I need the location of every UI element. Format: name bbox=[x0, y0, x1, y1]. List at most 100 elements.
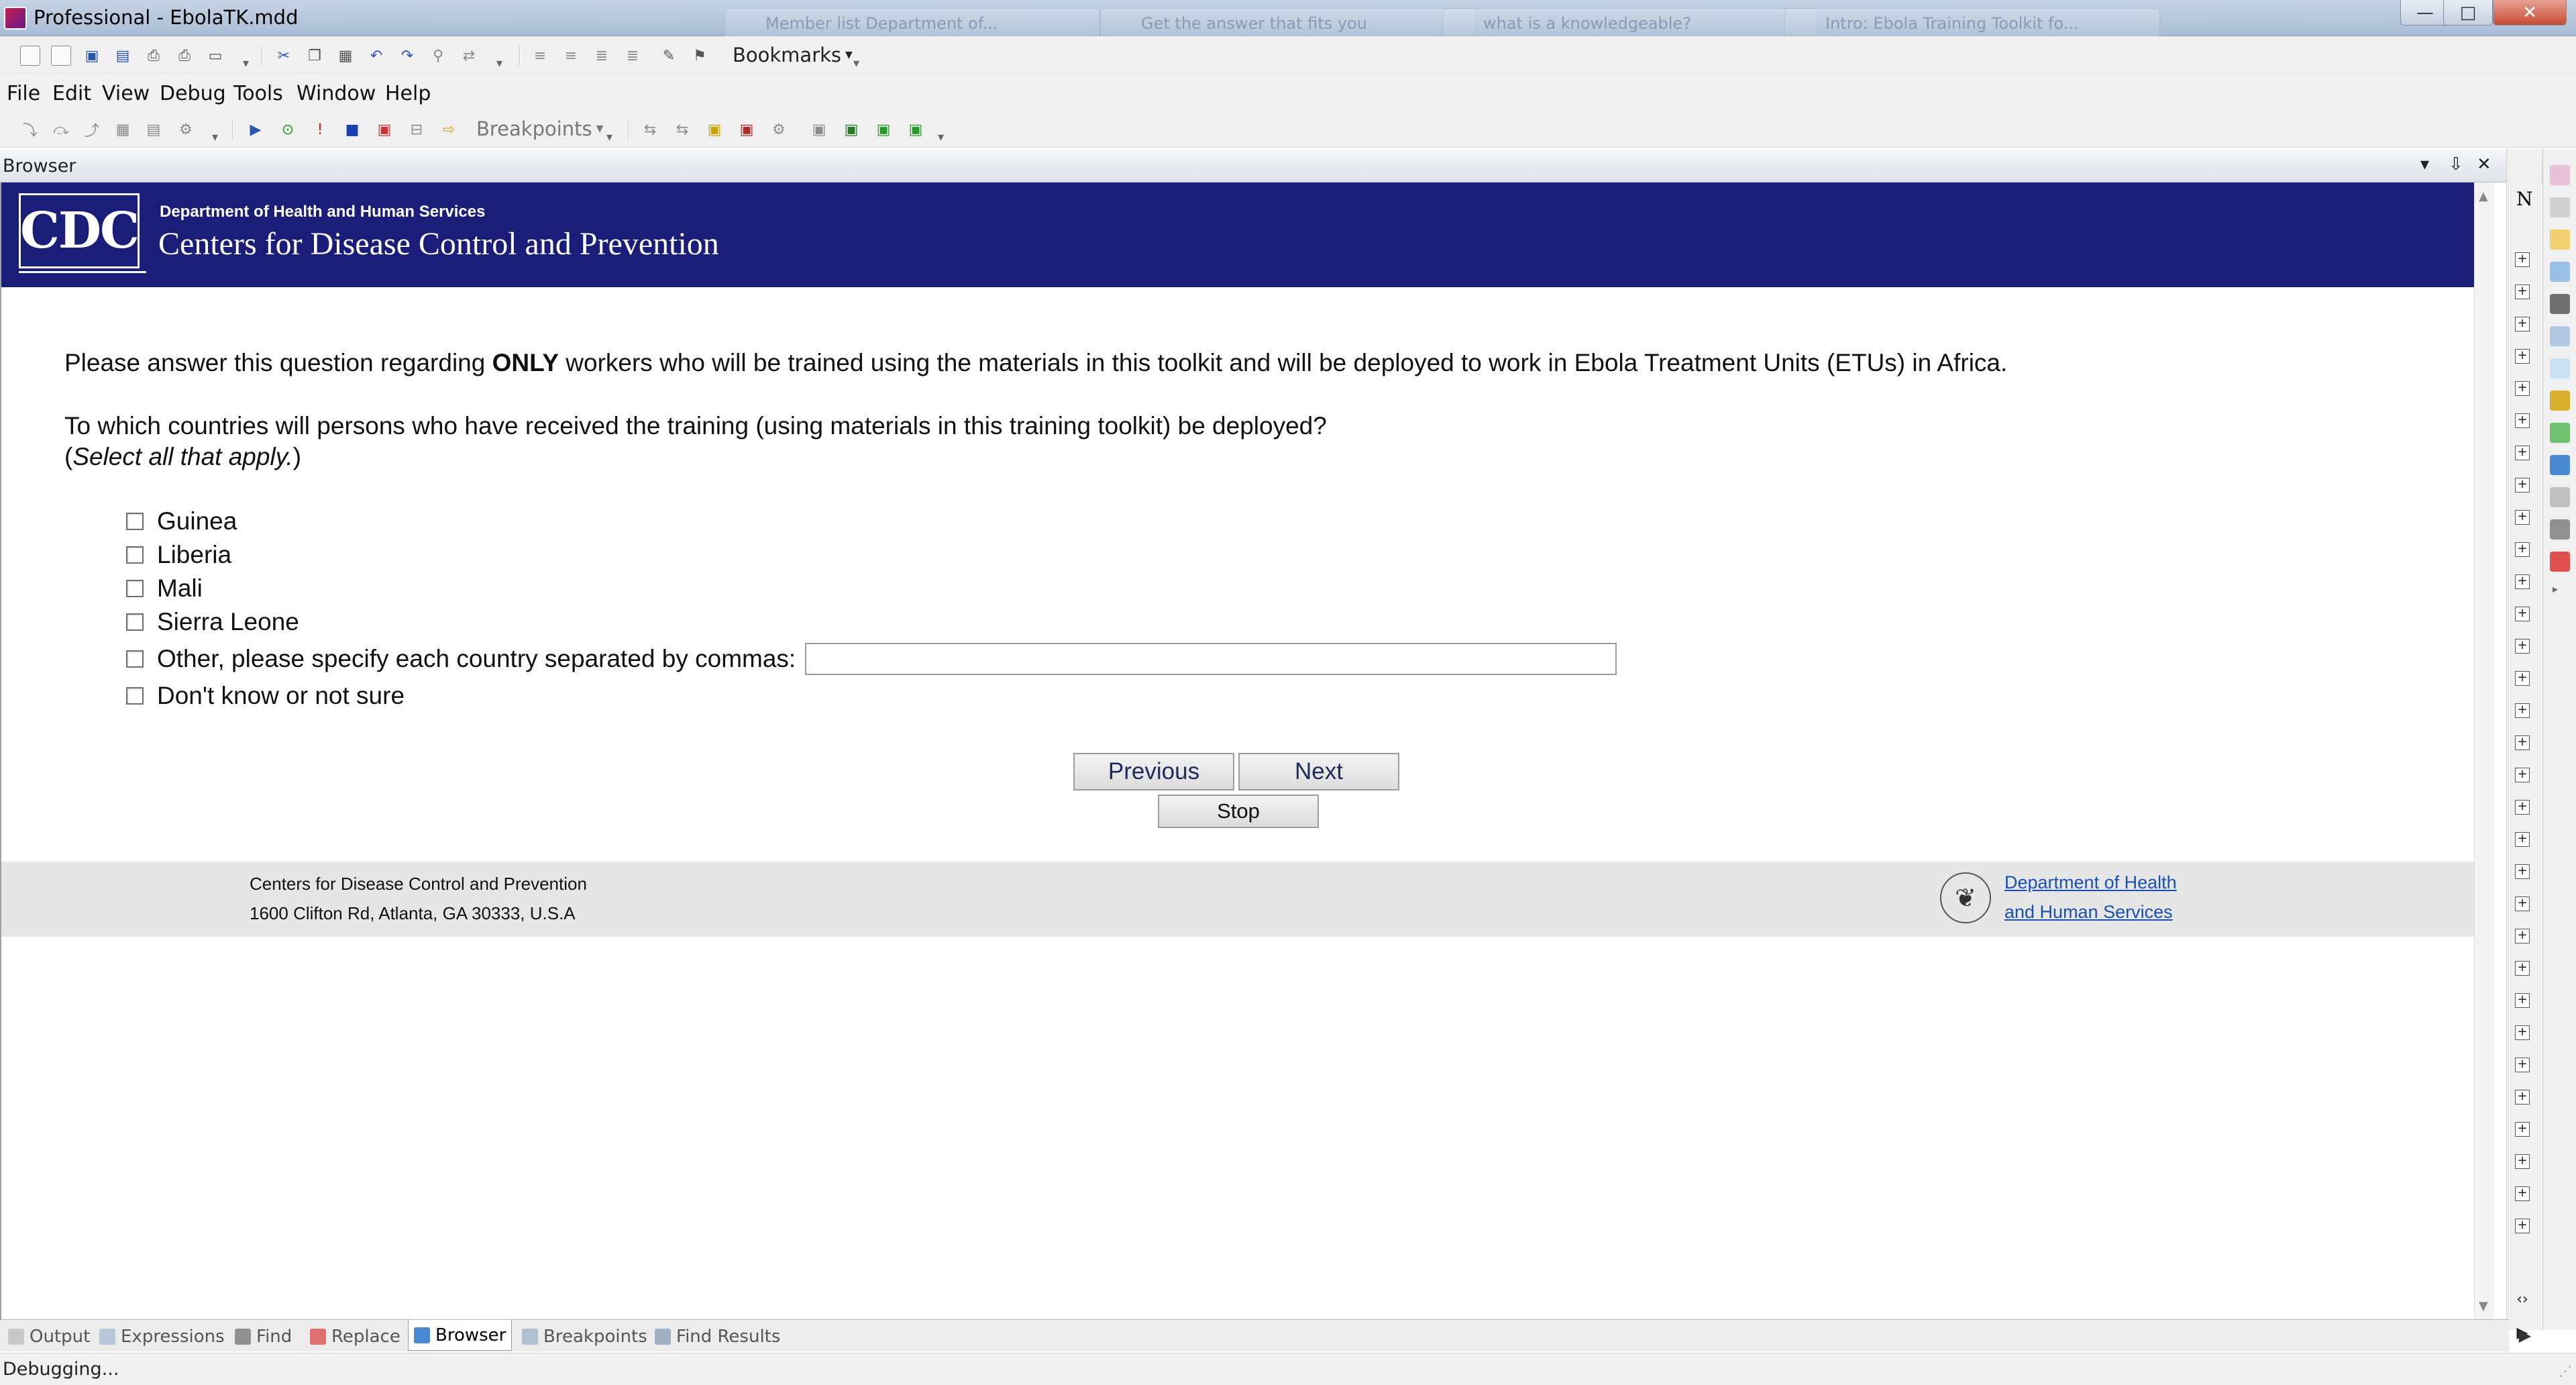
option-other[interactable]: Other, please specify each country separ… bbox=[126, 643, 1617, 675]
redo-icon[interactable]: ↷ bbox=[397, 46, 417, 66]
find-icon[interactable]: ⚲ bbox=[428, 46, 448, 66]
checkbox[interactable] bbox=[126, 513, 144, 530]
hhs-link[interactable]: and Human Services bbox=[2004, 902, 2173, 923]
toolbar-overflow-icon[interactable]: ▾ bbox=[212, 130, 218, 145]
indent-icon[interactable]: ≡ bbox=[530, 46, 550, 66]
scroll-up-icon[interactable]: ▲ bbox=[2479, 189, 2488, 203]
new-file-icon[interactable] bbox=[20, 46, 40, 66]
save-all-icon[interactable]: ▤ bbox=[113, 46, 133, 66]
expand-icon[interactable]: + bbox=[2515, 1058, 2530, 1072]
grid-icon[interactable] bbox=[2550, 358, 2570, 378]
expand-icon[interactable]: + bbox=[2515, 478, 2530, 493]
expand-icon[interactable]: + bbox=[2515, 961, 2530, 976]
expand-icon[interactable]: + bbox=[2515, 285, 2530, 299]
expand-icon[interactable]: + bbox=[2515, 735, 2530, 750]
menu-help[interactable]: Help bbox=[382, 79, 433, 108]
toolbar-overflow-icon[interactable]: ▾ bbox=[496, 56, 502, 71]
resize-grip-icon[interactable]: ⋰ bbox=[2559, 1363, 2572, 1379]
paste-icon[interactable]: ▦ bbox=[335, 46, 356, 66]
expand-icon[interactable]: + bbox=[2515, 510, 2530, 525]
menu-view[interactable]: View bbox=[99, 79, 152, 108]
checkbox[interactable] bbox=[126, 687, 144, 705]
tab-browser[interactable]: Browser bbox=[408, 1320, 513, 1351]
expand-icon[interactable]: + bbox=[2515, 1154, 2530, 1169]
close-pane-icon[interactable]: ✕ bbox=[2477, 154, 2491, 174]
folder-icon[interactable] bbox=[2550, 229, 2570, 250]
expand-icon[interactable]: + bbox=[2515, 607, 2530, 621]
option-dont-know[interactable]: Don't know or not sure bbox=[126, 682, 405, 710]
transfer-icon[interactable] bbox=[2550, 552, 2570, 572]
tools-icon[interactable] bbox=[2550, 326, 2570, 346]
menu-edit[interactable]: Edit bbox=[50, 79, 94, 108]
new-template-icon[interactable] bbox=[51, 46, 71, 66]
binoculars-icon[interactable] bbox=[2550, 519, 2570, 540]
breakpoints-dropdown[interactable]: Breakpoints ▼ bbox=[476, 117, 603, 141]
next-button[interactable]: Next bbox=[1238, 753, 1399, 790]
pin-icon[interactable]: ⇩ bbox=[2449, 154, 2463, 174]
background-window-tab[interactable]: what is a knowledgeable? bbox=[1442, 8, 1818, 36]
expand-icon[interactable]: + bbox=[2515, 1122, 2530, 1137]
save-icon[interactable]: ▣ bbox=[82, 46, 102, 66]
watch-icon[interactable]: ⚙ bbox=[176, 119, 196, 140]
tab-replace[interactable]: Replace bbox=[305, 1324, 406, 1349]
tab-expressions[interactable]: Expressions bbox=[94, 1324, 230, 1349]
next-statement-icon[interactable]: ⇨ bbox=[439, 119, 459, 140]
metadata-icon[interactable] bbox=[2550, 262, 2570, 282]
toolbar-overflow-icon[interactable]: ▾ bbox=[243, 56, 249, 71]
stop-debug-icon[interactable]: ■ bbox=[342, 119, 362, 140]
expand-icon[interactable]: + bbox=[2515, 768, 2530, 782]
sync-all-icon[interactable]: ⇆ bbox=[672, 119, 692, 140]
expand-icon[interactable]: + bbox=[2515, 381, 2530, 396]
expand-icon[interactable]: + bbox=[2515, 317, 2530, 331]
expand-icon[interactable]: + bbox=[2515, 929, 2530, 943]
replace-icon[interactable]: ⇄ bbox=[459, 46, 479, 66]
checkbox[interactable] bbox=[126, 650, 144, 668]
tab-find[interactable]: Find bbox=[229, 1324, 297, 1349]
pane-menu-icon[interactable]: ▾ bbox=[2420, 154, 2429, 174]
expand-icon[interactable]: + bbox=[2515, 1219, 2530, 1233]
vertical-scrollbar[interactable]: ▲ ▼ bbox=[2474, 183, 2494, 1323]
expand-icon[interactable]: + bbox=[2515, 639, 2530, 654]
toolbar-overflow-icon[interactable]: ▾ bbox=[606, 130, 612, 145]
clear-breakpoints-icon[interactable]: ⊟ bbox=[407, 119, 427, 140]
print-preview-icon[interactable]: ⎙ bbox=[174, 46, 195, 66]
expand-icon[interactable]: + bbox=[2515, 993, 2530, 1008]
expand-icon[interactable]: + bbox=[2515, 349, 2530, 364]
background-window-tab[interactable]: Member list Department of... bbox=[724, 8, 1100, 36]
toggle-breakpoint-icon[interactable]: ▣ bbox=[374, 119, 394, 140]
expand-icon[interactable]: + bbox=[2515, 446, 2530, 460]
page-setup-icon[interactable]: ▭ bbox=[205, 46, 225, 66]
step-into-icon[interactable]: ⤵ bbox=[20, 119, 40, 140]
menu-window[interactable]: Window bbox=[294, 79, 378, 108]
toolbar-overflow-icon[interactable]: ▾ bbox=[853, 56, 859, 71]
option-sierra-leone[interactable]: Sierra Leone bbox=[126, 608, 299, 636]
bookmarks-dropdown[interactable]: Bookmarks ▼ bbox=[733, 43, 853, 67]
start-debug-icon[interactable]: ▶ bbox=[246, 119, 266, 140]
settings-icon[interactable]: ⚙ bbox=[769, 119, 789, 140]
close-window-button[interactable]: ✕ bbox=[2493, 0, 2567, 25]
question-icon[interactable] bbox=[2550, 165, 2570, 185]
checkbox[interactable] bbox=[126, 580, 144, 597]
continue-icon[interactable]: ⊙ bbox=[278, 119, 298, 140]
generate-icon[interactable]: ▣ bbox=[704, 119, 724, 140]
expand-icon[interactable]: + bbox=[2515, 542, 2530, 557]
copy-icon[interactable]: ❐ bbox=[305, 46, 325, 66]
print-icon[interactable]: ⎙ bbox=[144, 46, 164, 66]
minimize-button[interactable]: — bbox=[2400, 0, 2450, 25]
background-window-tab[interactable]: Get the answer that fits you bbox=[1100, 8, 1476, 36]
export-icon[interactable]: ▣ bbox=[737, 119, 757, 140]
upload-icon[interactable]: ▣ bbox=[873, 119, 894, 140]
sync-icon[interactable]: ⇆ bbox=[640, 119, 660, 140]
restart-icon[interactable]: ▤ bbox=[144, 119, 164, 140]
expand-icon[interactable]: + bbox=[2515, 896, 2530, 911]
bookmark-icon[interactable]: ⚑ bbox=[690, 46, 710, 66]
cut-icon[interactable]: ✂ bbox=[274, 46, 294, 66]
previous-button[interactable]: Previous bbox=[1073, 753, 1234, 790]
expand-icon[interactable]: + bbox=[2515, 832, 2530, 847]
uncomment-icon[interactable]: ≣ bbox=[623, 46, 643, 66]
tab-output[interactable]: Output bbox=[3, 1324, 95, 1349]
step-out-icon[interactable]: ⤴ bbox=[82, 119, 102, 140]
preview-icon[interactable]: ▣ bbox=[809, 119, 829, 140]
step-over-icon[interactable]: ⤼ bbox=[51, 119, 71, 140]
deploy-icon[interactable]: ▣ bbox=[906, 119, 926, 140]
